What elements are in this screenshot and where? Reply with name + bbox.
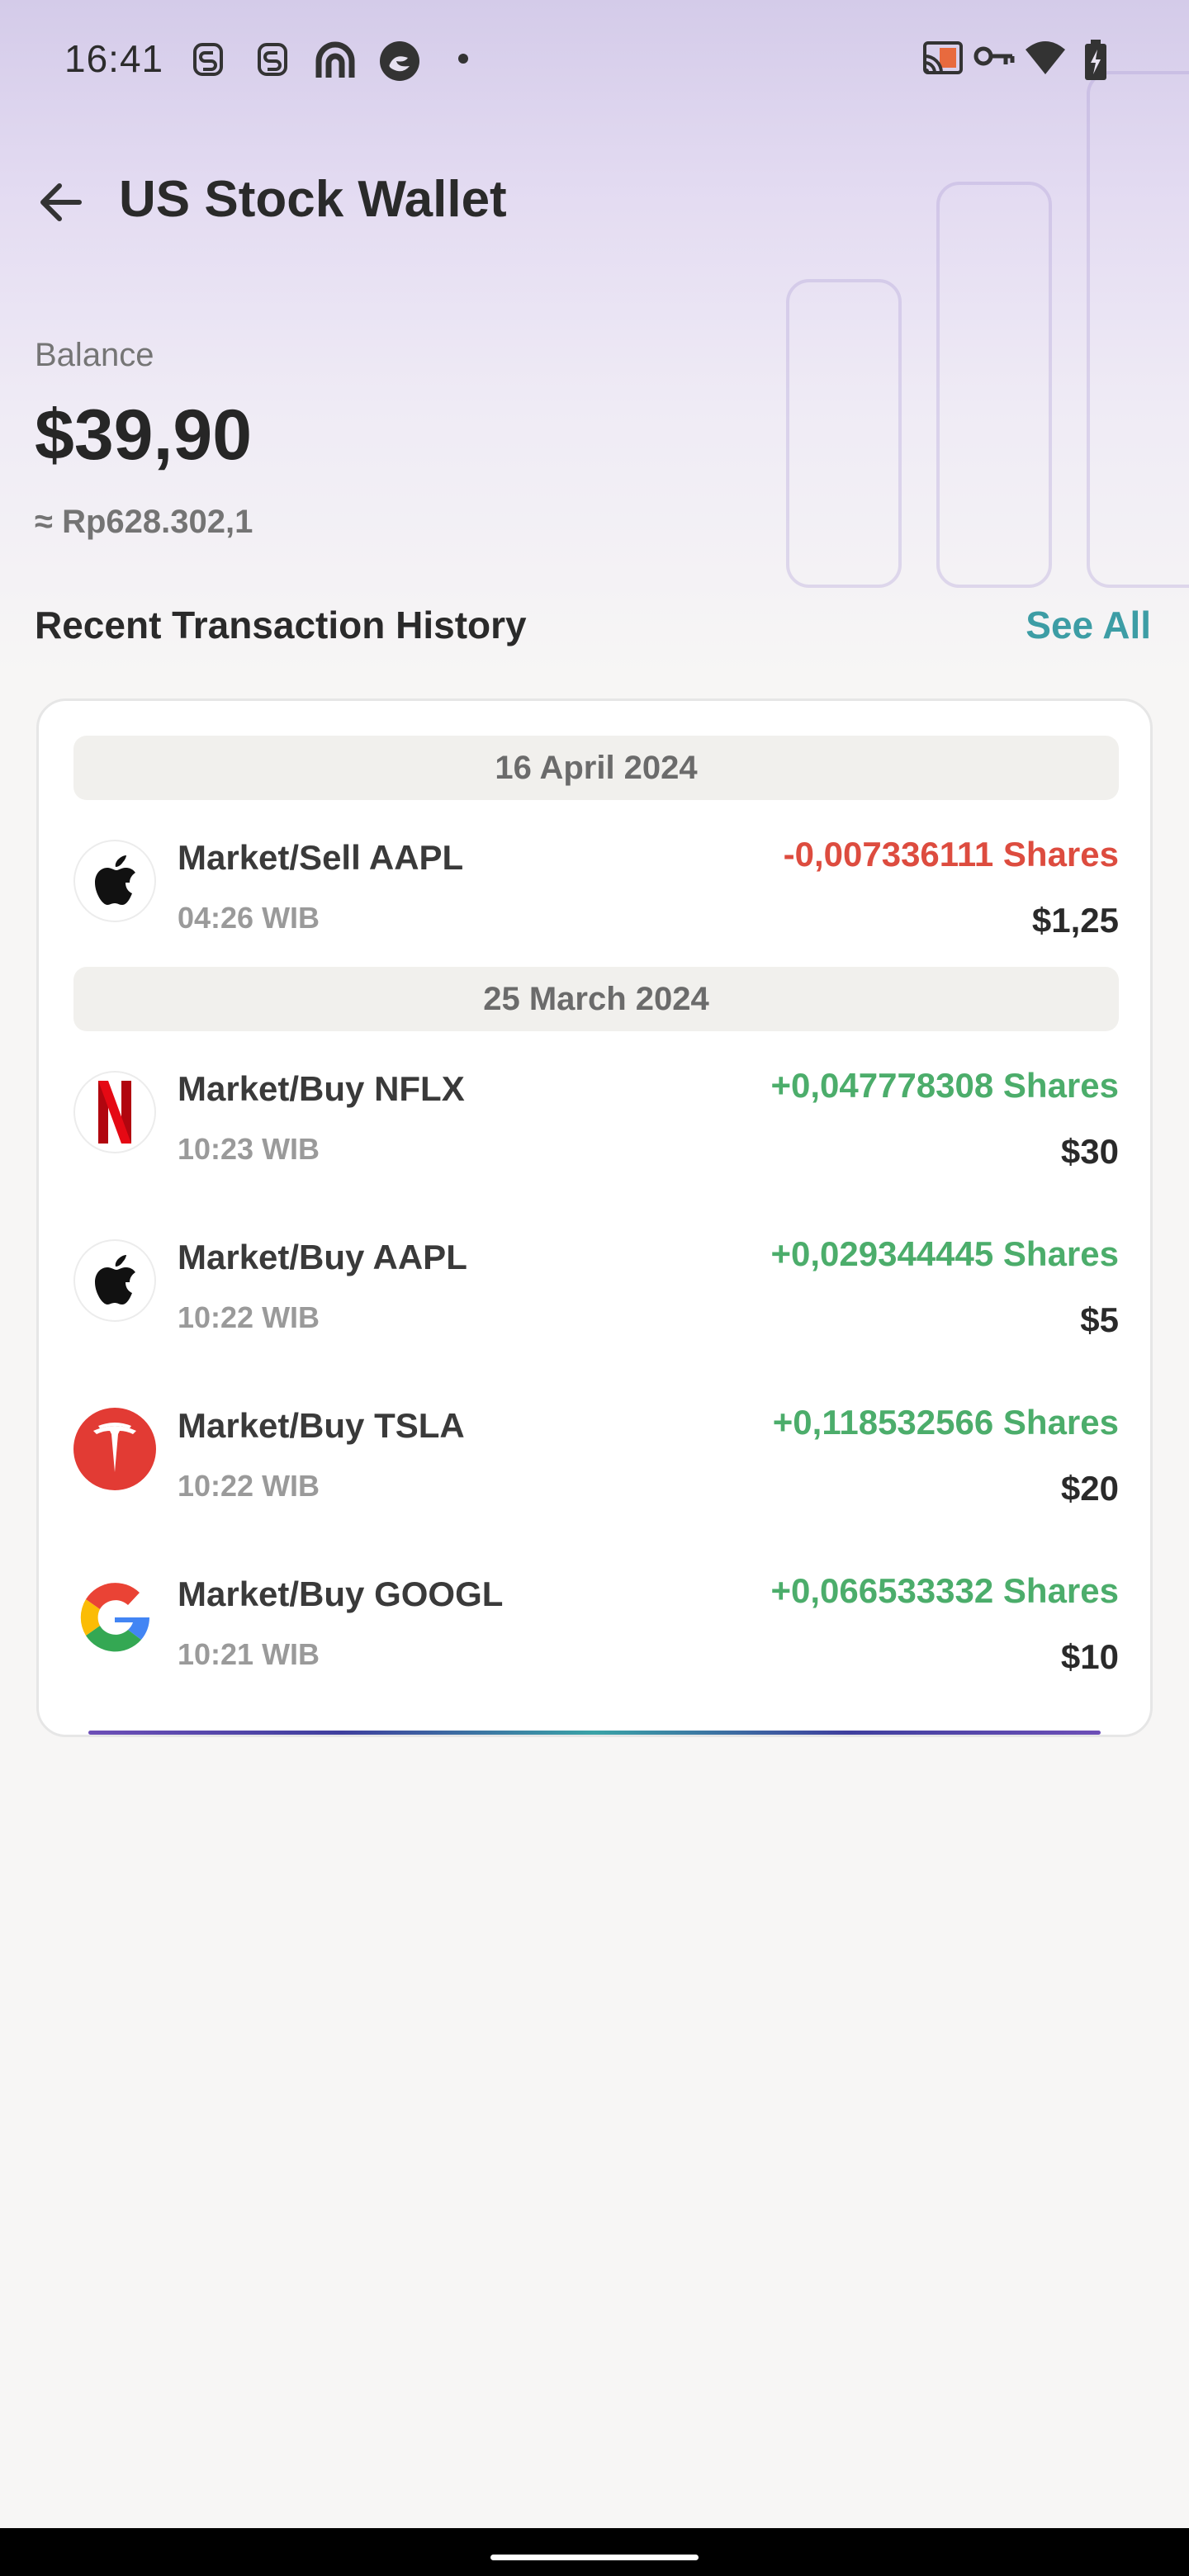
transaction-row[interactable]: Market/Buy TSLA 10:22 WIB +0,118532566 S… (73, 1398, 1119, 1530)
apple-logo-icon (73, 840, 156, 922)
netflix-logo-icon (73, 1071, 156, 1153)
transaction-amount: $1,25 (1031, 901, 1119, 940)
status-bar: 16:41 (0, 0, 1189, 116)
home-gesture-handle[interactable] (490, 2555, 699, 2560)
vpn-key-icon (973, 46, 1015, 66)
headset-app-icon (315, 41, 355, 78)
transaction-name: Market/Sell AAPL (178, 838, 464, 877)
card-accent-line (88, 1731, 1101, 1735)
transaction-name: Market/Buy NFLX (178, 1069, 465, 1108)
edge-browser-icon (380, 41, 419, 81)
transaction-name: Market/Buy AAPL (178, 1238, 467, 1276)
s-notification-icon (193, 43, 223, 76)
apple-logo-icon (73, 1239, 156, 1322)
transaction-time: 10:23 WIB (178, 1132, 320, 1166)
transaction-shares: +0,047778308 Shares (770, 1066, 1119, 1105)
transaction-name: Market/Buy GOOGL (178, 1574, 504, 1613)
transaction-time: 10:22 WIB (178, 1469, 320, 1503)
battery-charging-icon (1085, 40, 1106, 80)
transaction-amount: $30 (1060, 1132, 1119, 1171)
google-logo-icon (73, 1576, 156, 1659)
transaction-name: Market/Buy TSLA (178, 1406, 465, 1445)
transaction-row[interactable]: Market/Buy NFLX 10:23 WIB +0,047778308 S… (73, 1061, 1119, 1193)
transaction-time: 10:21 WIB (178, 1637, 320, 1671)
decorative-bar (1087, 71, 1189, 588)
balance-label: Balance (35, 337, 154, 373)
transaction-amount: $20 (1060, 1469, 1119, 1508)
wifi-icon (1026, 41, 1065, 74)
decorative-bar (786, 279, 902, 588)
balance-value: $39,90 (35, 395, 253, 475)
transaction-amount: $10 (1060, 1637, 1119, 1676)
transaction-shares: -0,007336111 Shares (783, 835, 1119, 874)
arrow-left-icon[interactable] (33, 173, 91, 231)
balance-approx-idr: ≈ Rp628.302,1 (35, 504, 253, 540)
transaction-row[interactable]: Market/Buy GOOGL 10:21 WIB +0,066533332 … (73, 1566, 1119, 1698)
dot-icon (458, 54, 468, 64)
transaction-row[interactable]: Market/Buy AAPL 10:22 WIB +0,029344445 S… (73, 1229, 1119, 1361)
system-navigation-bar (0, 2528, 1189, 2576)
transaction-amount: $5 (1080, 1300, 1119, 1339)
transaction-time: 10:22 WIB (178, 1300, 320, 1334)
transaction-shares: +0,118532566 Shares (772, 1403, 1119, 1442)
transaction-shares: +0,029344445 Shares (770, 1234, 1119, 1273)
tesla-logo-icon (73, 1408, 156, 1490)
app-header: US Stock Wallet (0, 157, 1189, 248)
date-header: 16 April 2024 (73, 736, 1119, 800)
section-title: Recent Transaction History (35, 604, 527, 646)
status-time: 16:41 (64, 37, 164, 80)
s-notification-icon (258, 43, 287, 76)
date-header: 25 March 2024 (73, 967, 1119, 1031)
transaction-history-card: 16 April 2024 Market/Sell AAPL 04:26 WIB… (36, 698, 1153, 1737)
see-all-link[interactable]: See All (1026, 603, 1151, 647)
cast-icon (923, 41, 963, 74)
transaction-shares: +0,066533332 Shares (770, 1571, 1119, 1610)
transaction-row[interactable]: Market/Sell AAPL 04:26 WIB -0,007336111 … (73, 830, 1119, 962)
page-title: US Stock Wallet (119, 171, 507, 228)
transaction-time: 04:26 WIB (178, 901, 320, 935)
